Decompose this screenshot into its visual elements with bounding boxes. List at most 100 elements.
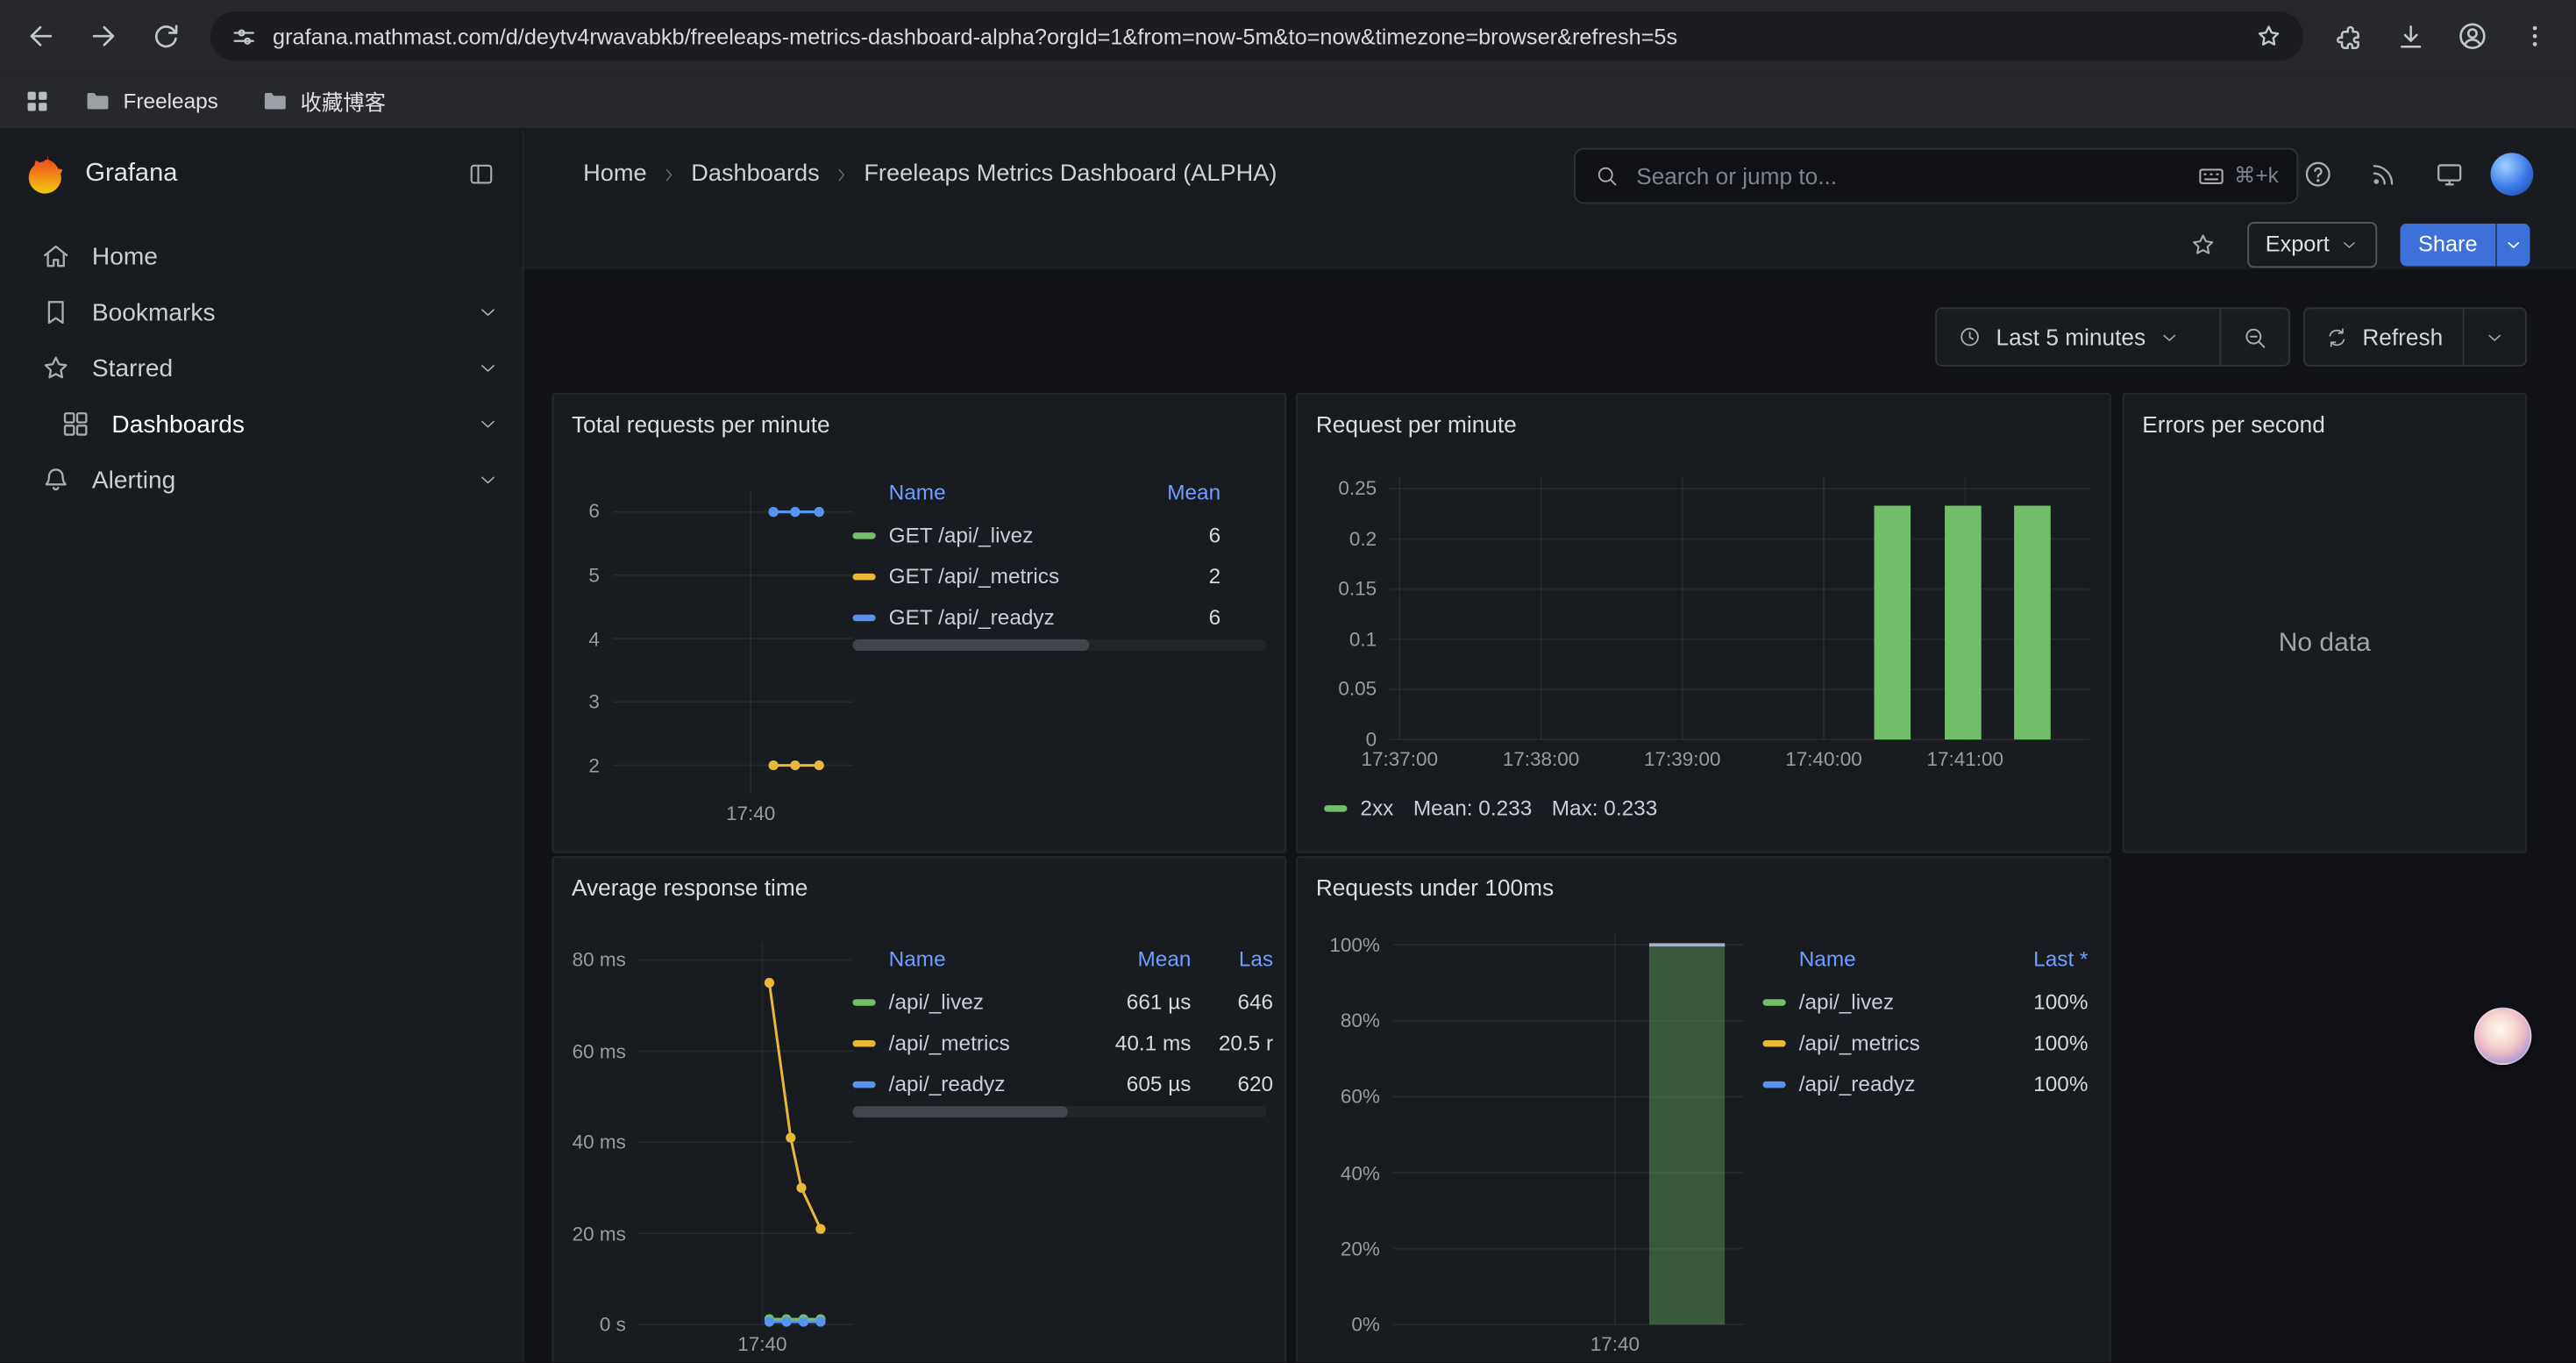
screen: grafana.mathmast.com/d/deytv4rwavabkb/fr…: [0, 0, 2576, 1362]
legend-table: NameLast */api/_livez100%/api/_metrics10…: [1762, 937, 2088, 1104]
column-header[interactable]: Name: [852, 480, 1121, 504]
scrollbar-thumb[interactable]: [852, 1106, 1068, 1117]
monitor-icon[interactable]: [2425, 150, 2474, 199]
news-rss-icon[interactable]: [2359, 150, 2409, 199]
downloads-icon[interactable]: [2382, 8, 2438, 64]
apps-grid-icon[interactable]: [23, 86, 51, 114]
panel-title[interactable]: Total requests per minute: [572, 410, 830, 437]
sidebar-item-bookmarks[interactable]: Bookmarks: [0, 284, 523, 340]
panel-title[interactable]: Request per minute: [1316, 410, 1517, 437]
bar-chart[interactable]: 0.250.20.150.10.05017:37:0017:38:0017:39…: [1311, 460, 2096, 782]
help-icon[interactable]: [2294, 150, 2343, 199]
sidebar-item-starred[interactable]: Starred: [0, 340, 523, 396]
series-value: 6: [1122, 523, 1220, 547]
grafana-logo[interactable]: [23, 151, 68, 196]
column-header[interactable]: Name: [1762, 946, 1982, 971]
chevron-down-icon[interactable]: [476, 412, 499, 435]
legend-row[interactable]: /api/_metrics100%: [1762, 1022, 2088, 1063]
browser-toolbar: grafana.mathmast.com/d/deytv4rwavabkb/fr…: [0, 0, 2576, 72]
dashboard-canvas: Last 5 minutes Refresh: [524, 269, 2576, 1362]
chevron-down-icon[interactable]: [476, 357, 499, 380]
breadcrumb-home[interactable]: Home: [583, 161, 646, 188]
export-button[interactable]: Export: [2247, 221, 2377, 267]
bookmark-star-icon[interactable]: [2254, 21, 2284, 51]
share-menu-toggle[interactable]: [2495, 223, 2530, 266]
x-axis-tick: 17:40: [1559, 1333, 1670, 1356]
legend-row[interactable]: /api/_readyz100%: [1762, 1063, 2088, 1104]
legend-row[interactable]: /api/_livez661 µs646: [852, 981, 1273, 1023]
y-axis-tick: 80%: [1314, 1010, 1380, 1032]
x-axis-tick: 17:40: [694, 802, 806, 824]
y-axis-tick: 20 ms: [570, 1222, 626, 1245]
series-name: /api/_livez: [889, 989, 1083, 1014]
column-header[interactable]: Las: [1191, 946, 1273, 971]
line-chart[interactable]: 6543217:40: [570, 476, 859, 834]
column-header[interactable]: Name: [852, 946, 1082, 971]
sidebar-item-home[interactable]: Home: [0, 228, 523, 284]
legend-row[interactable]: GET /api/_readyz6: [852, 596, 1220, 638]
x-axis-tick: 17:38:00: [1485, 748, 1597, 771]
horizontal-scrollbar[interactable]: [852, 639, 1266, 651]
app-header: Home Dashboards Freeleaps Metrics Dashbo…: [524, 130, 2576, 218]
y-axis-tick: 4: [570, 627, 600, 650]
search-input[interactable]: [1633, 161, 2183, 191]
profile-icon[interactable]: [2444, 8, 2501, 64]
forward-button[interactable]: [75, 8, 132, 64]
chevron-down-icon[interactable]: [476, 301, 499, 324]
refresh-button[interactable]: Refresh: [2305, 309, 2463, 365]
reload-button[interactable]: [138, 8, 194, 64]
sidebar-toggle-icon[interactable]: [457, 150, 506, 199]
series-color-marker: [852, 532, 875, 538]
search-box[interactable]: ⌘+k: [1574, 148, 2298, 204]
chart-legend[interactable]: 2xx Mean: 0.233 Max: 0.233: [1324, 796, 1657, 820]
series-name: /api/_metrics: [889, 1031, 1083, 1055]
site-info-icon[interactable]: [230, 22, 258, 50]
legend-row[interactable]: /api/_livez100%: [1762, 981, 2088, 1023]
bar-chart[interactable]: 100%80%60%40%20%0%17:40: [1314, 931, 1750, 1363]
column-header[interactable]: Mean: [1083, 946, 1192, 971]
menu-kebab-icon[interactable]: [2507, 8, 2563, 64]
line-chart[interactable]: 80 ms60 ms40 ms20 ms0 s17:40: [570, 937, 859, 1362]
url-text[interactable]: grafana.mathmast.com/d/deytv4rwavabkb/fr…: [273, 24, 2239, 48]
url-bar[interactable]: grafana.mathmast.com/d/deytv4rwavabkb/fr…: [210, 11, 2303, 61]
legend-table: NameMean GET /api/_livez6GET /api/_metric…: [852, 470, 1220, 638]
breadcrumb-dashboards[interactable]: Dashboards: [691, 161, 819, 188]
sidebar-item-alerting[interactable]: Alerting: [0, 452, 523, 508]
legend-row[interactable]: /api/_readyz605 µs620: [852, 1063, 1273, 1104]
share-button[interactable]: Share: [2400, 223, 2495, 266]
series-color-marker: [852, 614, 875, 620]
chevron-right-icon: [658, 163, 680, 184]
legend-row[interactable]: GET /api/_livez6: [852, 514, 1220, 555]
panel-title[interactable]: Average response time: [572, 874, 808, 901]
refresh-icon: [2324, 325, 2349, 349]
panel-title[interactable]: Requests under 100ms: [1316, 874, 1554, 901]
series-name: /api/_metrics: [1799, 1031, 1983, 1055]
legend-series-label[interactable]: 2xx: [1360, 796, 1393, 820]
bookmark-folder-blog[interactable]: 收藏博客: [251, 80, 395, 121]
dashboard-actions: Export Share: [524, 218, 2576, 269]
favorite-star-icon[interactable]: [2181, 223, 2224, 266]
back-button[interactable]: [13, 8, 69, 64]
breadcrumb: Home Dashboards Freeleaps Metrics Dashbo…: [583, 161, 1277, 188]
zoom-out-button[interactable]: [2219, 309, 2288, 365]
scrollbar-thumb[interactable]: [852, 639, 1088, 651]
series-value: 100%: [1983, 1031, 2089, 1055]
time-range-picker[interactable]: Last 5 minutes: [1937, 309, 2219, 365]
refresh-interval-toggle[interactable]: [2463, 309, 2525, 365]
y-axis-tick: 0 s: [570, 1313, 626, 1336]
y-axis-tick: 0.15: [1311, 577, 1377, 600]
column-header[interactable]: Mean: [1122, 480, 1220, 504]
legend-mean: Mean: 0.233: [1413, 796, 1532, 820]
floating-avatar[interactable]: [2474, 1008, 2532, 1066]
column-header[interactable]: Last *: [1983, 946, 2089, 971]
extensions-icon[interactable]: [2320, 8, 2376, 64]
horizontal-scrollbar[interactable]: [852, 1106, 1266, 1117]
legend-row[interactable]: /api/_metrics40.1 ms20.5 r: [852, 1022, 1273, 1063]
bookmark-folder-freeleaps[interactable]: Freeleaps: [74, 82, 228, 119]
legend-row[interactable]: GET /api/_metrics2: [852, 555, 1220, 596]
series-value: 6: [1122, 605, 1220, 630]
user-avatar[interactable]: [2491, 153, 2534, 196]
sidebar-item-dashboards[interactable]: Dashboards: [0, 396, 523, 453]
series-name: GET /api/_readyz: [889, 605, 1122, 630]
chevron-down-icon[interactable]: [476, 468, 499, 491]
